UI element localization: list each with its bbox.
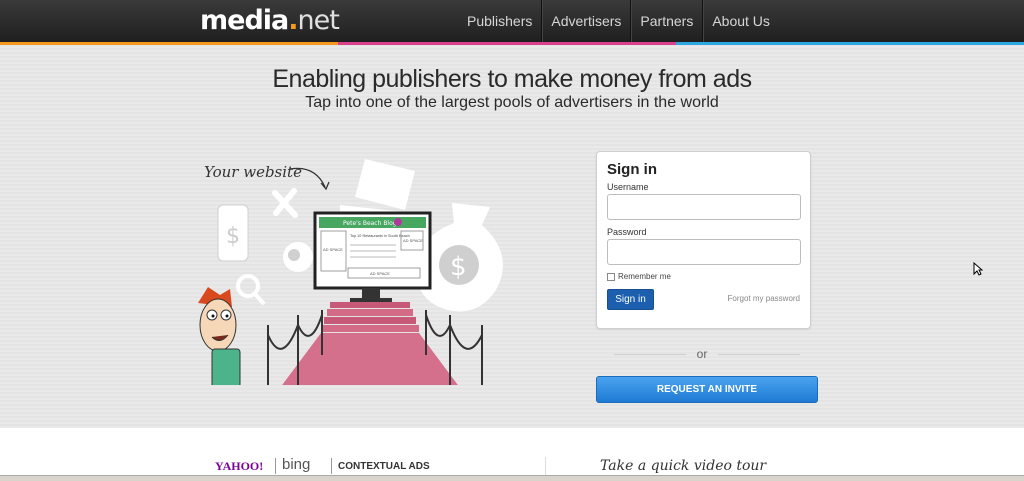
username-label: Username xyxy=(607,182,649,192)
logo-net: net xyxy=(297,5,340,36)
or-divider-right xyxy=(718,354,800,355)
ad-space-left: AD SPACE xyxy=(323,247,343,252)
svg-text:$: $ xyxy=(450,252,467,282)
ad-space-bottom: AD SPACE xyxy=(370,271,390,276)
bing-logo: bing xyxy=(282,456,311,473)
partner-separator xyxy=(331,458,332,474)
signin-card: Sign in Username Password Remember me Si… xyxy=(596,151,811,329)
password-input[interactable] xyxy=(607,239,801,265)
cartoon-character xyxy=(198,287,241,385)
signin-title: Sign in xyxy=(607,161,657,178)
signin-button[interactable]: Sign in xyxy=(607,289,654,310)
media-net-logo[interactable]: media.net xyxy=(200,5,340,36)
request-invite-button[interactable]: REQUEST AN INVITE xyxy=(596,376,818,403)
or-separator: or xyxy=(696,347,708,361)
yahoo-logo: YAHOO! xyxy=(215,459,264,473)
logo-media: media xyxy=(200,5,289,36)
tools-icon xyxy=(272,188,298,218)
partner-separator xyxy=(275,458,276,474)
username-input[interactable] xyxy=(607,194,801,220)
badge-icon xyxy=(283,242,313,272)
blog-title: Pete's Beach Blog xyxy=(343,220,397,227)
svg-text:$: $ xyxy=(226,224,240,249)
publisher-illustration: Your website $ $ Pete's Beach Blog AD SP… xyxy=(198,159,503,385)
forgot-password-link[interactable]: Forgot my password xyxy=(728,294,800,303)
red-carpet xyxy=(282,302,458,385)
remember-me[interactable]: Remember me xyxy=(607,272,671,281)
os-taskbar xyxy=(0,475,1024,481)
ad-space-right: AD SPACE xyxy=(403,238,423,243)
nav-partners[interactable]: Partners xyxy=(630,0,702,42)
nav-publishers[interactable]: Publishers xyxy=(458,0,541,42)
magnifier-icon xyxy=(236,274,266,306)
partners-band xyxy=(0,428,1024,481)
remember-label: Remember me xyxy=(618,272,671,281)
or-divider-left xyxy=(614,354,686,355)
logo-dot: . xyxy=(288,5,298,36)
mouse-cursor-icon xyxy=(973,262,983,276)
remember-checkbox[interactable] xyxy=(607,272,615,281)
main-nav: Publishers Advertisers Partners About Us xyxy=(458,0,779,42)
hero-headline: Enabling publishers to make money from a… xyxy=(272,65,752,93)
phone-icon: $ xyxy=(217,204,249,262)
top-navigation-bar: media.net Publishers Advertisers Partner… xyxy=(0,0,1024,42)
monitor-illustration: Pete's Beach Blog AD SPACE Top 10 Restau… xyxy=(313,211,432,302)
contextual-ads-label: CONTEXTUAL ADS xyxy=(338,461,430,472)
your-website-caption: Your website xyxy=(204,163,302,181)
nav-about-us[interactable]: About Us xyxy=(702,0,779,42)
nav-advertisers[interactable]: Advertisers xyxy=(541,0,630,42)
password-label: Password xyxy=(607,227,647,237)
video-tour-link[interactable]: Take a quick video tour xyxy=(600,458,766,474)
